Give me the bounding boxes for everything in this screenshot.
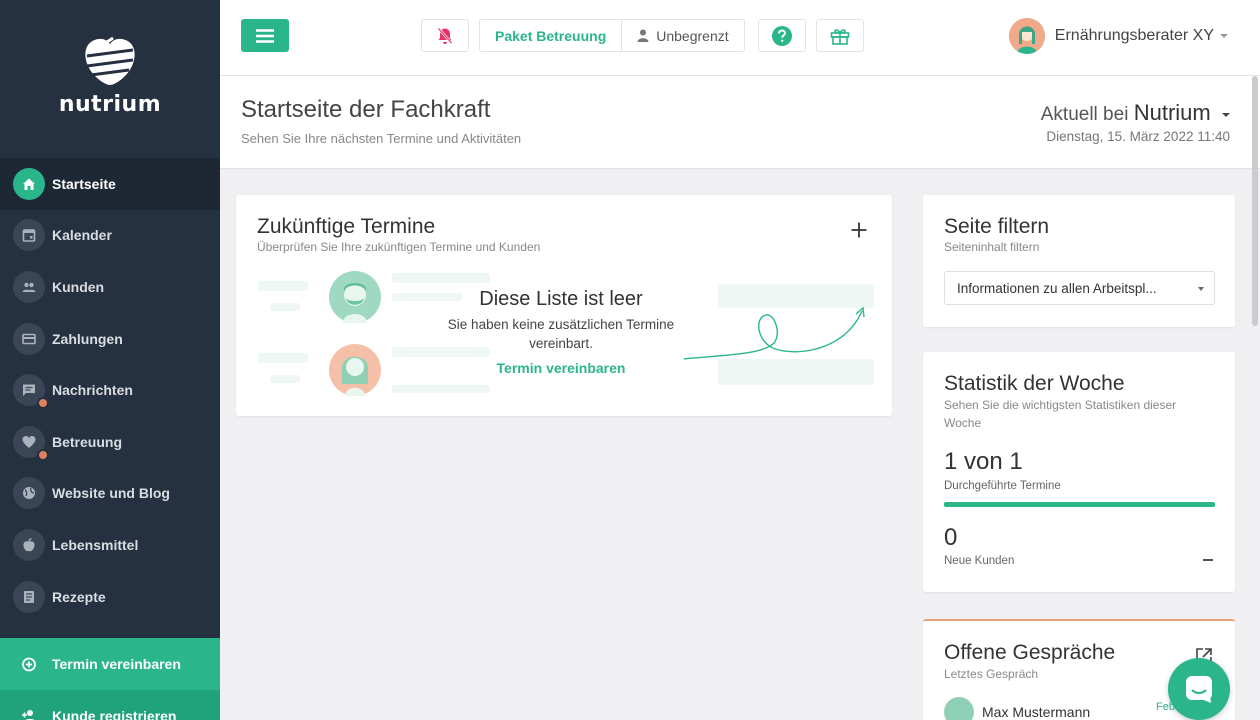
chat-icon — [13, 374, 49, 410]
user-name: Ernährungsberater XY — [1054, 27, 1214, 44]
sidebar-item-label: Kunden — [52, 278, 105, 295]
avatar — [1008, 18, 1045, 54]
logo-text: nutrium — [58, 92, 162, 117]
menu-toggle-button[interactable] — [241, 19, 289, 52]
package-info: Paket Betreuung Unbegrenzt — [479, 19, 745, 52]
new-clients-label: Neue Kunden — [944, 555, 1015, 567]
chevron-down-icon — [1222, 112, 1230, 117]
limit-button[interactable]: Unbegrenzt — [621, 20, 743, 51]
recipe-icon — [13, 580, 45, 613]
sidebar-item-label: Betreuung — [52, 433, 122, 450]
add-user-icon — [13, 700, 45, 720]
sidebar-item-label: Startseite — [52, 175, 116, 192]
package-button[interactable]: Paket Betreuung — [480, 20, 621, 51]
sidebar-item-betreuung[interactable]: Betreuung — [0, 416, 220, 468]
placeholder-bar — [270, 375, 300, 383]
chat-support-button[interactable] — [1168, 658, 1230, 720]
workplace-select-value: Informationen zu allen Arbeitspl... — [957, 281, 1157, 296]
question-icon — [772, 25, 792, 46]
workplace-select[interactable]: Informationen zu allen Arbeitspl... — [944, 271, 1215, 305]
new-clients-value: 0 — [944, 524, 958, 551]
limit-label: Unbegrenzt — [656, 27, 729, 44]
alarm-plus-icon — [13, 648, 45, 680]
conversation-item[interactable]: Max Mustermann — [944, 697, 1090, 720]
card-title: Offene Gespräche — [944, 641, 1116, 664]
practice-name: Nutrium — [1133, 100, 1211, 125]
globe-icon — [13, 477, 45, 510]
sidebar-item-website[interactable]: Website und Blog — [0, 468, 220, 520]
chevron-down-icon — [1198, 287, 1204, 291]
card-title: Statistik der Woche — [944, 372, 1125, 395]
page-subtitle: Sehen Sie Ihre nächsten Termine und Akti… — [241, 131, 522, 146]
notifications-button[interactable] — [421, 19, 469, 52]
card-subtitle: Sehen Sie die wichtigsten Statistiken di… — [944, 398, 1177, 430]
sidebar-item-zahlungen[interactable]: Zahlungen — [0, 313, 220, 365]
sidebar-item-label: Website und Blog — [52, 485, 170, 502]
sidebar-item-startseite[interactable]: Startseite — [0, 158, 220, 210]
star-badge-icon — [37, 448, 49, 461]
page-scrollbar[interactable] — [1252, 76, 1258, 326]
calendar-icon — [13, 219, 45, 252]
heart-icon — [13, 425, 49, 461]
collapse-icon[interactable] — [1203, 559, 1213, 561]
sidebar-item-nachrichten[interactable]: Nachrichten — [0, 364, 220, 416]
home-icon — [13, 167, 45, 200]
bell-off-icon — [437, 27, 453, 44]
arrow-doodle-icon — [683, 306, 865, 360]
sidebar-item-kunden[interactable]: Kunden — [0, 261, 220, 313]
placeholder-bar — [392, 273, 490, 283]
appointments-done-value: 1 von 1 — [944, 448, 1023, 475]
practice-selector[interactable]: Aktuell bei Nutrium — [1041, 100, 1230, 126]
current-date: Dienstag, 15. März 2022 11:40 — [1046, 129, 1230, 144]
schedule-appointment-button[interactable]: Termin vereinbaren — [0, 638, 220, 690]
card-title: Zukünftige Termine — [257, 215, 436, 238]
top-bar: Paket Betreuung Unbegrenzt Ernährungsber… — [220, 0, 1260, 76]
add-appointment-icon[interactable] — [850, 221, 868, 239]
card-subtitle: Überprüfen Sie Ihre zukünftigen Termine … — [257, 240, 541, 254]
avatar — [944, 697, 974, 720]
hamburger-icon — [256, 28, 274, 43]
appointments-progress-bar — [944, 502, 1215, 507]
sidebar-item-rezepte[interactable]: Rezepte — [0, 571, 220, 623]
sidebar-item-label: Zahlungen — [52, 330, 123, 347]
sidebar-nav: Startseite Kalender Kunden Zahlungen Nac… — [0, 158, 220, 622]
user-icon — [637, 29, 649, 42]
weekly-stats-card: Statistik der Woche Sehen Sie die wichti… — [923, 352, 1235, 592]
page-header: Startseite der Fachkraft Sehen Sie Ihre … — [220, 76, 1260, 169]
gift-icon — [830, 28, 850, 45]
apple-icon — [13, 528, 45, 561]
card-title: Seite filtern — [944, 215, 1050, 238]
register-client-button[interactable]: Kunde registrieren — [0, 690, 220, 720]
star-badge-icon — [37, 397, 49, 410]
logo-apple-icon — [85, 36, 135, 85]
sidebar-item-label: Rezepte — [52, 588, 106, 605]
conversation-name: Max Mustermann — [982, 704, 1091, 720]
sidebar-item-lebensmittel[interactable]: Lebensmittel — [0, 519, 220, 571]
progress-fill — [944, 502, 1215, 507]
card-icon — [13, 322, 45, 355]
sidebar-item-label: Kalender — [52, 227, 112, 244]
sidebar: nutrium Startseite Kalender Kunden Zahlu… — [0, 0, 220, 720]
card-subtitle: Letztes Gespräch — [944, 667, 1039, 681]
empty-list-text: Sie haben keine zusätzlichen Termine ver… — [447, 317, 675, 351]
register-client-label: Kunde registrieren — [52, 708, 177, 720]
appointments-done-label: Durchgeführte Termine — [944, 480, 1061, 492]
card-subtitle: Seiteninhalt filtern — [944, 240, 1040, 254]
sidebar-item-label: Lebensmittel — [52, 536, 139, 553]
sidebar-item-label: Nachrichten — [52, 382, 133, 399]
chat-bubble-icon — [1186, 676, 1212, 703]
user-menu[interactable]: Ernährungsberater XY — [1008, 17, 1228, 55]
schedule-appointment-label: Termin vereinbaren — [52, 656, 181, 672]
practice-prefix: Aktuell bei — [1040, 104, 1129, 125]
upcoming-appointments-card: Zukünftige Termine Überprüfen Sie Ihre z… — [236, 195, 892, 416]
chevron-down-icon — [1220, 34, 1228, 38]
page-filter-card: Seite filtern Seiteninhalt filtern Infor… — [923, 195, 1235, 327]
page-title: Startseite der Fachkraft — [241, 96, 491, 123]
help-button[interactable] — [758, 19, 806, 52]
people-icon — [13, 270, 45, 303]
gift-button[interactable] — [816, 19, 864, 52]
sidebar-item-kalender[interactable]: Kalender — [0, 210, 220, 262]
placeholder-bar — [392, 385, 490, 393]
nutrium-logo[interactable]: nutrium — [0, 36, 220, 117]
